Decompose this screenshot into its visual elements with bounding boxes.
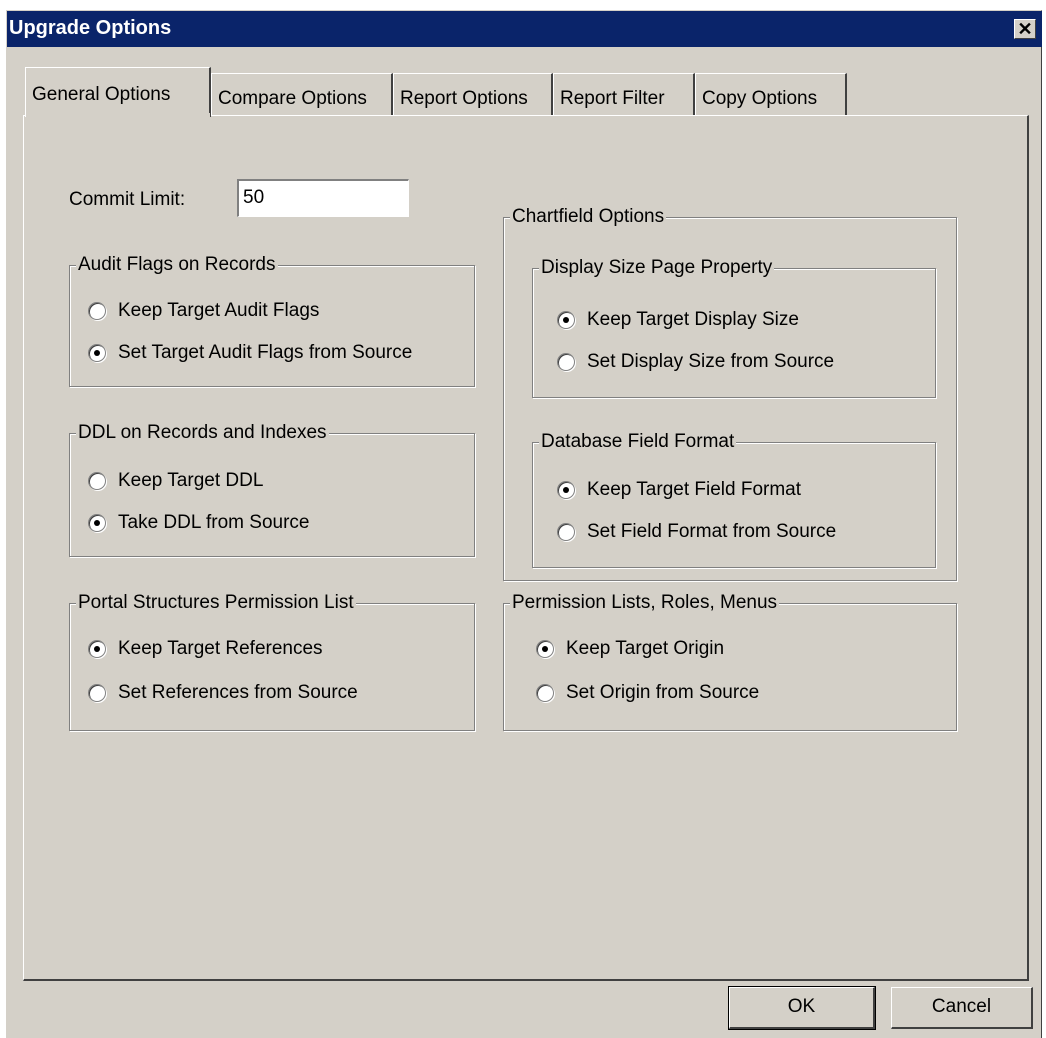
group-title: Portal Structures Permission List (76, 592, 356, 614)
radio-label: Keep Target DDL (118, 470, 264, 491)
radio-label: Keep Target Origin (566, 638, 725, 659)
radio-button[interactable] (557, 311, 575, 329)
window-title: Upgrade Options (9, 17, 172, 39)
close-button[interactable]: ✕ (1014, 19, 1036, 39)
group-title: Permission Lists, Roles, Menus (510, 592, 780, 614)
radio-button[interactable] (557, 353, 575, 371)
tab-label: Copy Options (702, 88, 818, 109)
tab-copy-options[interactable]: Copy Options (695, 73, 847, 117)
radio-label: Set References from Source (118, 682, 358, 703)
group-title: Database Field Format (539, 431, 737, 453)
close-icon: ✕ (1017, 19, 1033, 39)
radio-label: Set Origin from Source (566, 682, 760, 703)
ok-button[interactable]: OK (728, 986, 876, 1030)
tab-label: Compare Options (218, 88, 367, 109)
radio-label: Keep Target Audit Flags (118, 300, 320, 321)
field-format-group: Database Field Format Keep Target Field … (532, 431, 936, 568)
tab-label: General Options (32, 84, 171, 105)
upgrade-options-dialog: Upgrade Options ✕ General Options Compar… (6, 10, 1042, 1038)
portal-structures-group: Portal Structures Permission List Keep T… (69, 592, 475, 731)
radio-label: Keep Target Display Size (587, 309, 799, 330)
tab-report-options[interactable]: Report Options (393, 73, 553, 117)
ddl-group: DDL on Records and Indexes Keep Target D… (69, 422, 475, 557)
permission-lists-group: Permission Lists, Roles, Menus Keep Targ… (503, 592, 957, 731)
radio-button[interactable] (88, 640, 106, 658)
tab-label: Report Filter (560, 88, 665, 109)
radio-label: Set Field Format from Source (587, 521, 837, 542)
title-bar: Upgrade Options ✕ (7, 11, 1042, 47)
radio-label: Set Target Audit Flags from Source (118, 342, 413, 363)
group-title: Audit Flags on Records (76, 254, 278, 276)
display-size-group: Display Size Page Property Keep Target D… (532, 257, 936, 398)
radio-button[interactable] (88, 344, 106, 362)
commit-limit-label: Commit Limit: (69, 189, 186, 210)
group-title: Display Size Page Property (539, 257, 775, 279)
audit-flags-group: Audit Flags on Records Keep Target Audit… (69, 254, 475, 387)
tab-general-options[interactable]: General Options (25, 67, 211, 117)
radio-button[interactable] (557, 481, 575, 499)
radio-button[interactable] (557, 523, 575, 541)
cancel-button[interactable]: Cancel (891, 987, 1033, 1029)
radio-label: Keep Target Field Format (587, 479, 802, 500)
radio-button[interactable] (88, 514, 106, 532)
radio-button[interactable] (88, 684, 106, 702)
radio-label: Set Display Size from Source (587, 351, 835, 372)
tab-compare-options[interactable]: Compare Options (211, 73, 393, 117)
chartfield-options-group: Chartfield Options Display Size Page Pro… (503, 206, 957, 581)
radio-label: Take DDL from Source (118, 512, 310, 533)
radio-button[interactable] (88, 302, 106, 320)
group-title: Chartfield Options (510, 206, 667, 228)
tab-report-filter[interactable]: Report Filter (553, 73, 695, 117)
group-title: DDL on Records and Indexes (76, 422, 329, 444)
tab-label: Report Options (400, 88, 528, 109)
radio-label: Keep Target References (118, 638, 323, 659)
radio-button[interactable] (88, 472, 106, 490)
radio-button[interactable] (536, 684, 554, 702)
commit-limit-input[interactable]: 50 (237, 179, 409, 217)
radio-button[interactable] (536, 640, 554, 658)
